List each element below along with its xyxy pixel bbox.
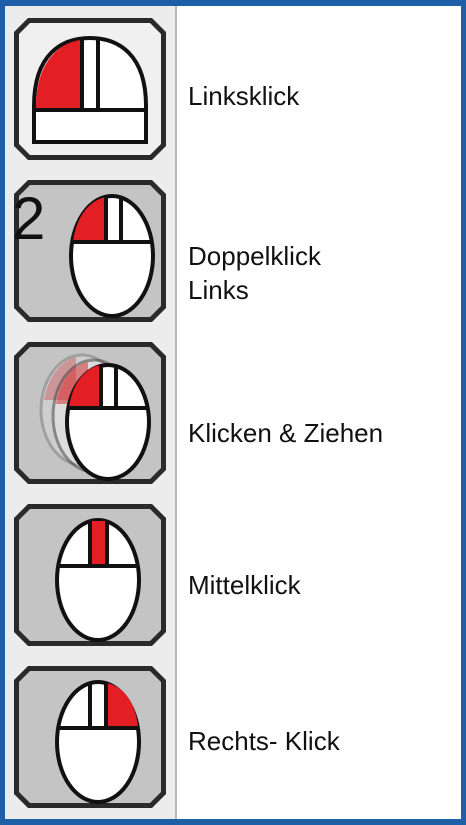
left-click-button[interactable]	[10, 14, 170, 164]
right-click-button[interactable]	[10, 662, 170, 812]
tool-strip: 2	[5, 6, 177, 819]
left-click-label: Linksklick	[188, 81, 300, 111]
double-click-label-line1: Doppelklick	[188, 241, 321, 271]
click-drag-button[interactable]	[10, 338, 170, 488]
right-click-label: Rechts- Klick	[188, 726, 340, 756]
double-click-label-line2: Links	[188, 275, 249, 305]
click-drag-label: Klicken & Ziehen	[188, 418, 384, 448]
middle-click-label: Mittelklick	[188, 570, 301, 600]
mouse-drag-icon	[39, 353, 151, 481]
mouse-mode-panel: 2 Linksklick Doppelklick Links Klicken &…	[0, 0, 466, 825]
middle-click-button[interactable]	[10, 500, 170, 650]
mouse-middle-click-icon	[55, 518, 141, 642]
double-click-left-button[interactable]: 2	[10, 176, 170, 326]
mouse-left-click-icon	[32, 35, 148, 144]
mouse-right-click-icon	[55, 680, 141, 804]
double-click-count-badge: 2	[12, 185, 46, 252]
